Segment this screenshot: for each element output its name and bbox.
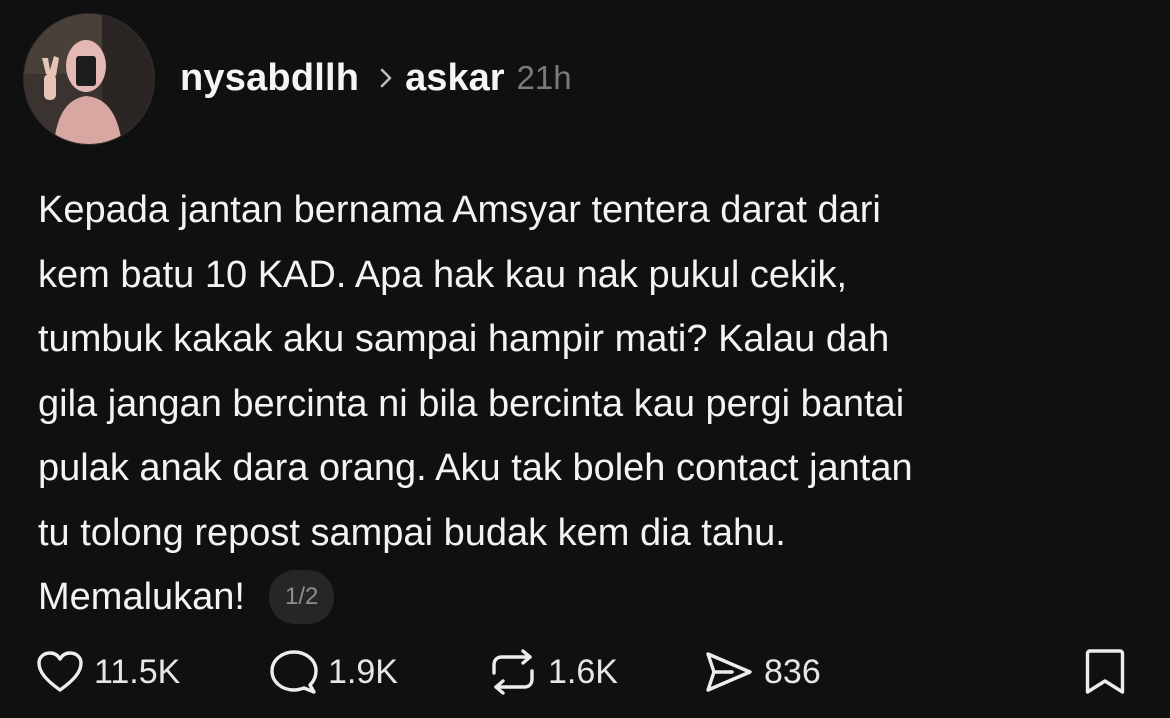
post-text-line: tu tolong repost sampai budak kem dia ta… bbox=[38, 511, 786, 554]
repost-button[interactable]: 1.6K bbox=[488, 644, 618, 700]
heart-icon bbox=[36, 650, 84, 694]
reply-count: 1.9K bbox=[328, 652, 398, 691]
chevron-right-icon bbox=[379, 67, 393, 89]
avatar-image bbox=[24, 14, 154, 144]
post-text-line: tumbuk kakak aku sampai hampir mati? Kal… bbox=[38, 318, 890, 360]
reply-button[interactable]: 1.9K bbox=[270, 644, 398, 700]
comment-icon bbox=[270, 649, 318, 695]
author-username[interactable]: nysabdllh bbox=[180, 57, 359, 100]
topic-tag[interactable]: askar bbox=[405, 57, 504, 100]
thread-post: nysabdllh askar 21h Kepada jantan bernam… bbox=[0, 0, 1170, 718]
repost-icon bbox=[488, 649, 538, 695]
action-bar: 11.5K 1.9K 1.6K 836 bbox=[36, 644, 1136, 700]
post-text-line: Kepada jantan bernama Amsyar tentera dar… bbox=[38, 189, 881, 231]
post-text-line: Memalukan! bbox=[38, 576, 245, 618]
post-text-last-line: Memalukan! 1/2 bbox=[38, 565, 1148, 630]
post-text-line: pulak anak dara orang. Aku tak boleh con… bbox=[38, 447, 913, 489]
post-text-line: kem batu 10 KAD. Apa hak kau nak pukul c… bbox=[38, 253, 848, 296]
send-icon bbox=[704, 650, 754, 694]
save-button[interactable] bbox=[1084, 644, 1126, 700]
like-count: 11.5K bbox=[94, 652, 181, 691]
avatar[interactable] bbox=[24, 14, 154, 144]
post-text-line: gila jangan bercinta ni bila bercinta ka… bbox=[38, 382, 905, 425]
post-body: Kepada jantan bernama Amsyar tentera dar… bbox=[38, 178, 1148, 630]
page-indicator-badge: 1/2 bbox=[268, 570, 335, 625]
repost-count: 1.6K bbox=[548, 652, 618, 691]
like-button[interactable]: 11.5K bbox=[36, 644, 180, 700]
post-header: nysabdllh askar 21h bbox=[180, 52, 572, 104]
share-button[interactable]: 836 bbox=[704, 644, 821, 700]
bookmark-icon bbox=[1084, 647, 1126, 697]
share-count: 836 bbox=[764, 652, 821, 691]
post-timestamp: 21h bbox=[516, 59, 572, 96]
